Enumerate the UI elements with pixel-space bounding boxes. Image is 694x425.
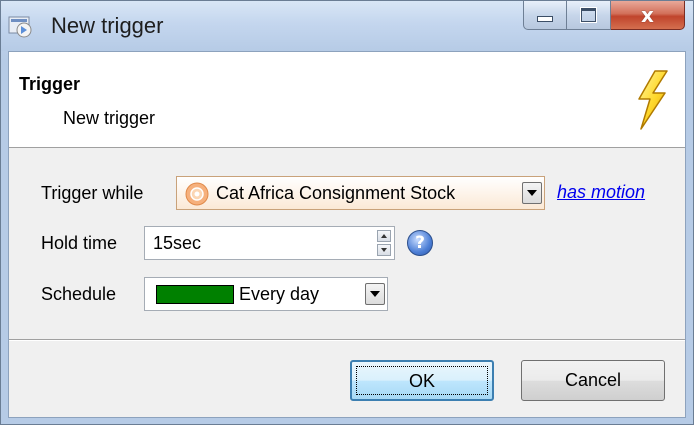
cancel-button-label: Cancel — [564, 370, 622, 390]
caption-buttons: x — [523, 1, 685, 31]
condition-link[interactable]: has motion — [557, 182, 645, 203]
maximize-icon — [580, 7, 597, 23]
schedule-label: Schedule — [41, 284, 117, 304]
hold-time-label: Hold time — [41, 233, 118, 253]
chevron-down-icon — [527, 190, 537, 196]
question-icon[interactable]: ? — [407, 230, 433, 256]
new-trigger-dialog: New trigger x Trigger New trigger Trigge… — [0, 0, 694, 425]
schedule-select-value: Every day — [239, 284, 320, 304]
lightning-bolt-icon — [638, 70, 668, 130]
camera-select-value: Cat Africa Consignment Stock — [216, 183, 456, 203]
close-icon: x — [641, 3, 654, 27]
trigger-app-icon — [8, 16, 32, 38]
header-panel: Trigger New trigger — [9, 52, 685, 148]
arrow-down-icon — [381, 248, 387, 252]
arrow-up-icon — [381, 234, 387, 238]
spin-down-button[interactable] — [377, 244, 391, 256]
focus-rectangle — [356, 366, 488, 395]
window-title: New trigger — [51, 13, 164, 38]
dialog-client-area: Trigger New trigger Trigger while Cat Af… — [8, 51, 686, 418]
minimize-button[interactable] — [523, 1, 567, 30]
maximize-button[interactable] — [567, 1, 611, 30]
title-bar[interactable]: New trigger x — [1, 1, 693, 51]
minimize-icon — [537, 16, 553, 22]
header-subtitle: New trigger — [63, 108, 156, 128]
schedule-select-dropdown-button[interactable] — [365, 283, 385, 305]
footer-separator — [9, 339, 685, 341]
schedule-select[interactable]: Every day — [144, 277, 388, 311]
camera-select-dropdown-button[interactable] — [522, 182, 542, 204]
close-button[interactable]: x — [611, 1, 685, 30]
cancel-button[interactable]: Cancel — [521, 360, 665, 401]
trigger-while-label: Trigger while — [41, 183, 144, 203]
hold-time-spin-buttons — [377, 230, 391, 256]
chevron-down-icon — [370, 291, 380, 297]
schedule-color-swatch — [156, 285, 234, 304]
camera-select[interactable]: Cat Africa Consignment Stock — [176, 176, 545, 210]
camera-icon — [185, 182, 209, 206]
hold-time-stepper[interactable]: 15sec — [144, 226, 395, 260]
hold-time-value: 15sec — [153, 233, 202, 253]
spin-up-button[interactable] — [377, 230, 391, 242]
ok-button[interactable]: OK — [350, 360, 494, 401]
header-title: Trigger — [19, 74, 81, 94]
